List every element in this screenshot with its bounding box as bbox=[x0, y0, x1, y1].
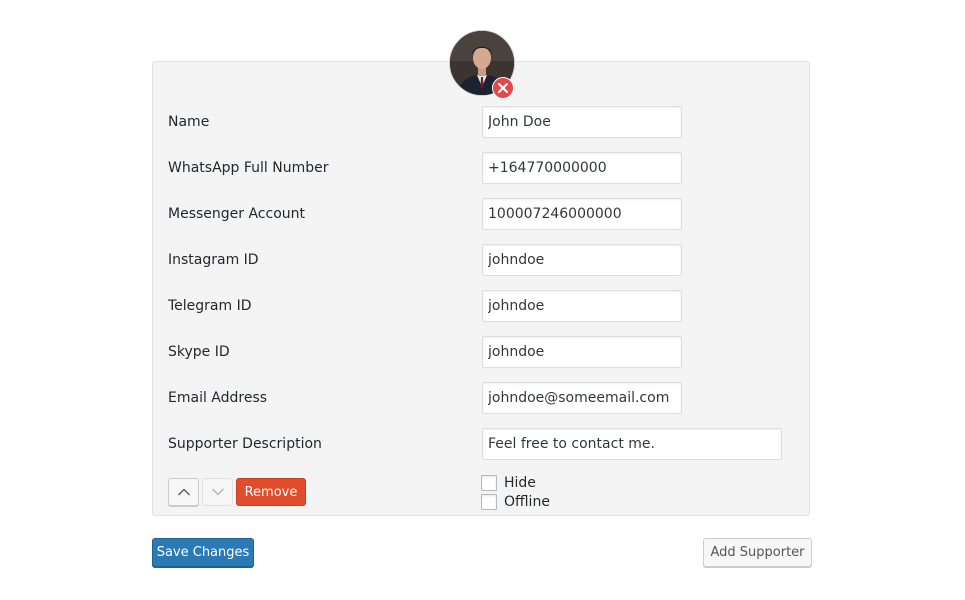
chevron-up-icon bbox=[177, 488, 190, 496]
name-label: Name bbox=[168, 114, 210, 130]
whatsapp-input[interactable] bbox=[482, 152, 682, 184]
move-up-button[interactable] bbox=[168, 478, 199, 506]
skype-label: Skype ID bbox=[168, 344, 230, 360]
hide-option: Hide bbox=[481, 474, 536, 492]
name-input[interactable] bbox=[482, 106, 682, 138]
add-supporter-button[interactable]: Add Supporter bbox=[703, 538, 812, 567]
instagram-label: Instagram ID bbox=[168, 252, 259, 268]
instagram-input[interactable] bbox=[482, 244, 682, 276]
description-input[interactable] bbox=[482, 428, 782, 460]
offline-label: Offline bbox=[504, 494, 550, 510]
close-icon bbox=[498, 83, 508, 93]
telegram-input[interactable] bbox=[482, 290, 682, 322]
messenger-label: Messenger Account bbox=[168, 206, 305, 222]
offline-option: Offline bbox=[481, 493, 550, 511]
save-changes-button[interactable]: Save Changes bbox=[152, 538, 254, 567]
description-label: Supporter Description bbox=[168, 436, 322, 452]
avatar-container bbox=[449, 30, 515, 99]
remove-supporter-button[interactable]: Remove bbox=[236, 478, 306, 506]
offline-checkbox[interactable] bbox=[481, 494, 497, 510]
messenger-input[interactable] bbox=[482, 198, 682, 230]
hide-label: Hide bbox=[504, 475, 536, 491]
move-down-button[interactable] bbox=[202, 478, 233, 506]
email-input[interactable] bbox=[482, 382, 682, 414]
telegram-label: Telegram ID bbox=[168, 298, 252, 314]
remove-avatar-button[interactable] bbox=[492, 77, 514, 99]
hide-checkbox[interactable] bbox=[481, 475, 497, 491]
skype-input[interactable] bbox=[482, 336, 682, 368]
email-label: Email Address bbox=[168, 390, 268, 406]
whatsapp-label: WhatsApp Full Number bbox=[168, 160, 329, 176]
chevron-down-icon bbox=[211, 488, 224, 496]
